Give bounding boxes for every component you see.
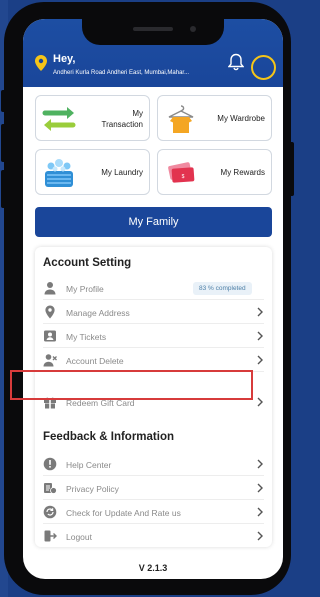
divider	[43, 323, 264, 324]
menu-item-my-profile[interactable]: My Profile 83 % completed	[35, 277, 272, 300]
chevron-right-icon	[257, 331, 263, 341]
app-version: V 2.1.3	[138, 563, 168, 573]
phone-notch	[82, 19, 224, 45]
menu-item-my-tickets[interactable]: My Tickets	[35, 325, 272, 348]
menu-item-privacy-policy[interactable]: Privacy Policy	[35, 477, 272, 500]
laundry-icon	[45, 159, 73, 187]
rewards-icon: $	[168, 162, 195, 183]
ticket-icon	[44, 330, 56, 342]
wardrobe-icon	[168, 105, 194, 133]
tile-label-rewards: My Rewards	[220, 168, 265, 178]
menu-item-logout[interactable]: Logout	[35, 525, 272, 548]
phone-power-button	[289, 142, 294, 196]
camera-dot	[190, 26, 196, 32]
logout-icon	[44, 530, 57, 542]
chevron-right-icon	[257, 531, 263, 541]
divider	[43, 299, 264, 300]
profile-completion-badge: 83 % completed	[193, 282, 252, 295]
info-icon	[43, 457, 57, 471]
phone-volume-down	[1, 170, 6, 208]
menu-item-help-center[interactable]: Help Center	[35, 453, 272, 476]
menu-label-check-update-rate: Check for Update And Rate us	[66, 507, 181, 518]
chevron-right-icon	[257, 507, 263, 517]
location-pin-icon[interactable]	[35, 55, 47, 71]
menu-label-privacy-policy: Privacy Policy	[66, 483, 119, 494]
divider	[43, 499, 264, 500]
tile-label-laundry: My Laundry	[101, 168, 143, 178]
account-setting-title: Account Setting	[43, 257, 132, 269]
tile-my-transaction[interactable]: My Transaction	[35, 95, 150, 141]
tile-my-wardrobe[interactable]: My Wardrobe	[157, 95, 272, 141]
divider	[43, 523, 264, 524]
menu-label-logout: Logout	[66, 531, 92, 542]
my-family-button[interactable]: My Family	[35, 207, 272, 237]
tile-label-wardrobe: My Wardrobe	[217, 114, 265, 124]
tile-my-rewards[interactable]: $ My Rewards	[157, 149, 272, 195]
phone-frame: Hey, Andheri Kurla Road Andheri East, Mu…	[1, 2, 294, 595]
tile-label-transaction: My Transaction	[101, 108, 144, 129]
person-icon	[44, 282, 56, 295]
chevron-right-icon	[257, 459, 263, 469]
chevron-right-icon	[257, 355, 263, 365]
menu-item-manage-address[interactable]: Manage Address	[35, 301, 272, 324]
update-icon	[43, 505, 57, 519]
redeem-gift-card-highlight	[10, 370, 253, 400]
menu-label-my-profile: My Profile	[66, 283, 104, 294]
user-delete-icon	[43, 354, 57, 367]
phone-volume-up	[1, 124, 6, 162]
svg-text:$: $	[182, 174, 185, 180]
chevron-right-icon	[257, 307, 263, 317]
bell-icon[interactable]	[228, 53, 244, 71]
current-address[interactable]: Andheri Kurla Road Andheri East, Mumbai,…	[53, 70, 189, 76]
speaker-grille	[133, 27, 173, 31]
menu-item-check-update-rate[interactable]: Check for Update And Rate us	[35, 501, 272, 524]
tile-my-laundry[interactable]: My Laundry	[35, 149, 150, 195]
location-icon	[45, 305, 55, 319]
menu-label-account-delete: Account Delete	[66, 355, 124, 366]
app-screen: Hey, Andheri Kurla Road Andheri East, Mu…	[23, 19, 283, 579]
transaction-icon	[42, 107, 76, 131]
avatar[interactable]	[251, 55, 276, 80]
chevron-right-icon	[257, 397, 263, 407]
menu-label-my-tickets: My Tickets	[66, 331, 107, 342]
divider	[43, 475, 264, 476]
greeting-text: Hey,	[53, 53, 76, 65]
chevron-right-icon	[257, 483, 263, 493]
menu-item-account-delete[interactable]: Account Delete	[35, 349, 272, 372]
menu-label-manage-address: Manage Address	[66, 307, 130, 318]
phone-side-button	[1, 90, 6, 112]
policy-icon	[44, 483, 57, 494]
menu-label-help-center: Help Center	[66, 459, 112, 470]
feedback-information-title: Feedback & Information	[43, 431, 174, 443]
divider	[43, 347, 264, 348]
